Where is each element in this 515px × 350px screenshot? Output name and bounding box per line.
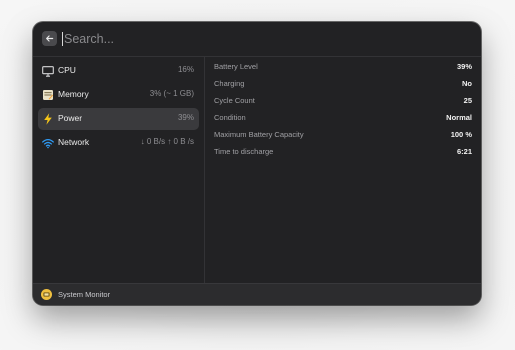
footer-title: System Monitor	[58, 290, 111, 299]
search-bar	[33, 22, 481, 57]
list-item-value: 16%	[177, 65, 194, 74]
arrow-left-icon	[46, 35, 54, 42]
detail-row-battery-level: Battery Level 39%	[214, 59, 472, 76]
list-item-memory[interactable]: Memory 3% (~ 1 GB)	[38, 84, 199, 106]
power-details-panel: Battery Level 39% Charging No Cycle Coun…	[205, 57, 481, 283]
back-button[interactable]	[42, 31, 57, 46]
list-item-network[interactable]: Network ↓ 0 B/s ↑ 0 B /s	[38, 132, 199, 154]
wifi-icon	[42, 137, 54, 149]
list-item-label: Memory	[58, 89, 89, 99]
detail-value: 6:21	[456, 147, 472, 156]
memory-icon	[42, 89, 54, 101]
system-monitor-icon	[41, 289, 52, 300]
detail-label: Maximum Battery Capacity	[214, 130, 304, 139]
detail-value: 100 %	[450, 130, 472, 139]
list-item-label: CPU	[58, 65, 76, 75]
lightning-icon	[42, 113, 54, 125]
detail-label: Charging	[214, 79, 245, 88]
list-item-value: 39%	[177, 113, 194, 122]
list-item-power[interactable]: Power 39%	[38, 108, 199, 130]
detail-label: Battery Level	[214, 62, 258, 71]
detail-value: 25	[463, 96, 472, 105]
search-input[interactable]	[64, 29, 364, 49]
detail-row-condition: Condition Normal	[214, 110, 472, 127]
list-item-label: Power	[58, 113, 83, 123]
list-item-value: 3% (~ 1 GB)	[149, 89, 194, 98]
monitor-list: CPU 16% Memory 3% (~ 1 GB) Power 39% Net…	[33, 57, 205, 283]
detail-label: Time to discharge	[214, 147, 274, 156]
list-item-value: ↓ 0 B/s ↑ 0 B /s	[140, 137, 194, 146]
detail-row-cycle-count: Cycle Count 25	[214, 93, 472, 110]
detail-row-max-capacity: Maximum Battery Capacity 100 %	[214, 127, 472, 144]
detail-row-time-to-discharge: Time to discharge 6:21	[214, 144, 472, 161]
text-cursor	[62, 32, 63, 46]
monitor-icon	[42, 65, 54, 77]
footer-bar: System Monitor	[33, 283, 481, 305]
list-item-label: Network	[58, 137, 90, 147]
detail-label: Condition	[214, 113, 246, 122]
detail-row-charging: Charging No	[214, 76, 472, 93]
list-item-cpu[interactable]: CPU 16%	[38, 60, 199, 82]
detail-label: Cycle Count	[214, 96, 255, 105]
detail-value: 39%	[456, 62, 472, 71]
detail-value: No	[462, 79, 472, 88]
command-palette-window: CPU 16% Memory 3% (~ 1 GB)	[33, 22, 481, 305]
detail-value: Normal	[446, 113, 472, 122]
